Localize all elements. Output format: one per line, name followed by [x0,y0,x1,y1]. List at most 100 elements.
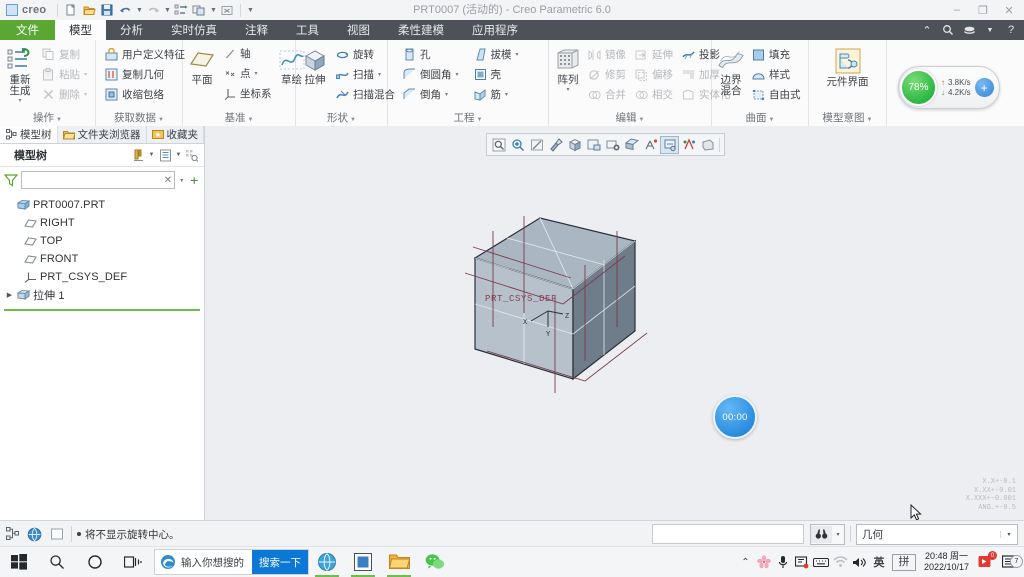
edge-search-box[interactable]: 输入你想搜的 搜索一下 [154,549,309,575]
find-caret-icon[interactable]: ▾ [832,531,844,538]
binoculars-icon[interactable] [811,525,832,543]
copy-button[interactable]: 复制 [38,45,90,64]
zoom-in-icon[interactable] [508,136,527,154]
open-file-icon[interactable] [81,2,97,18]
filter-input[interactable] [22,172,162,188]
copy-geometry-button[interactable]: 复制几何 [101,65,188,84]
group-title-editing[interactable]: 编辑 ▼ [554,111,706,126]
network-expand-button[interactable]: + [974,78,994,97]
regenerate-qat-icon[interactable] [173,2,189,18]
tree-columns-icon[interactable] [157,147,173,163]
notification-center-icon[interactable]: 7 [998,547,1023,577]
paste-caret-icon[interactable]: ▾ [84,71,87,78]
tree-item-part[interactable]: PRT0007.PRT [0,196,204,214]
filter-input-wrapper[interactable]: ✕ [21,171,175,189]
draft-caret-icon[interactable]: ▾ [516,51,519,58]
spin-center-icon[interactable] [660,135,679,154]
sakura-icon[interactable] [755,547,774,577]
group-title-operations[interactable]: 操作 ▼ [5,111,90,126]
undo-caret-icon[interactable]: ▼ [135,2,143,18]
style-button[interactable]: 样式 [748,65,804,84]
extend-button[interactable]: 延伸 [631,45,676,64]
graphics-viewport[interactable]: PRT_CSYS_DEF X Y Z 00:00 X.X+-0.1 X.XX+-… [205,126,1024,520]
tree-display-icon[interactable] [184,147,200,163]
customize-qat-caret-icon[interactable]: ▼ [246,2,254,18]
group-title-datum[interactable]: 基准 ▼ [188,111,290,126]
account-caret-icon[interactable]: ▼ [981,21,999,39]
pattern-button[interactable]: 阵列 ▾ [554,45,582,93]
nav-tab-model-tree[interactable]: 模型树 [0,126,58,143]
browser-app-icon[interactable] [309,547,345,577]
tab-live-simulation[interactable]: 实时仿真 [157,20,231,40]
filter-caret-icon[interactable]: ▾ [178,177,185,184]
tree-item-csys[interactable]: PRT_CSYS_DEF [0,268,204,286]
tab-file[interactable]: 文件 [0,20,55,40]
windows-start-icon[interactable] [0,547,38,577]
freestyle-button[interactable]: 自由式 [748,85,804,104]
close-button[interactable]: ✕ [996,1,1022,19]
round-button[interactable]: 倒圆角 ▾ [399,65,462,84]
delete-caret-icon[interactable]: ▾ [84,91,87,98]
edge-search-button[interactable]: 搜索一下 [252,550,308,574]
datum-axis-button[interactable]: 轴 [219,44,275,63]
sweep-caret-icon[interactable]: ▾ [378,71,381,78]
datum-csys-button[interactable]: 坐标系 [219,84,275,103]
tree-columns-caret-icon[interactable]: ▼ [174,147,183,163]
search-icon[interactable] [38,547,76,577]
screen-capture-icon[interactable] [793,547,812,577]
trim-button[interactable]: 修剪 [584,65,629,84]
appearance-icon[interactable] [679,136,698,154]
volume-icon[interactable] [850,547,869,577]
fullscreen-toggle-icon[interactable] [47,525,66,544]
group-title-model-intent[interactable]: 模型意图 ▼ [814,111,881,126]
extrude-button[interactable]: 拉伸 [301,45,329,86]
maximize-button[interactable]: ❐ [970,1,996,19]
shrinkwrap-button[interactable]: 收缩包络 [101,85,188,104]
boundary-blend-button[interactable]: 边界混合 [717,45,745,97]
datum-point-button[interactable]: 点 ▾ [219,64,275,83]
tab-annotate[interactable]: 注释 [231,20,282,40]
cube-model[interactable]: PRT_CSYS_DEF X Y Z [445,201,715,421]
merge-button[interactable]: 合并 [584,85,629,104]
new-file-icon[interactable] [63,2,79,18]
window-switch-caret-icon[interactable]: ▼ [209,2,217,18]
task-view-icon[interactable] [114,547,152,577]
network-speed-widget[interactable]: 78% ↑ 3.8K/s ↓ 4.2K/s + [898,66,1000,109]
datum-plane-button[interactable]: 平面 [188,45,216,86]
draft-button[interactable]: 拔模 ▾ [470,45,522,64]
tab-applications[interactable]: 应用程序 [458,20,532,40]
zoom-out-icon[interactable] [527,136,546,154]
delete-button[interactable]: 删除 ▾ [38,85,90,104]
repaint-icon[interactable] [546,136,565,154]
timer-bubble[interactable]: 00:00 [713,395,757,439]
redo-icon[interactable] [145,2,161,18]
regenerate-caret-icon[interactable]: ▾ [18,98,21,104]
collapse-ribbon-icon[interactable]: ⌃ [918,21,936,39]
find-control[interactable]: ▾ [810,523,845,545]
regenerate-button[interactable]: 重新生成 ▾ [5,45,35,104]
nav-tab-favorites[interactable]: 收藏夹 [147,126,204,143]
named-views-icon[interactable] [603,136,622,154]
taskbar-clock[interactable]: 20:48 周一 2022/10/17 [919,551,974,573]
tree-item-right[interactable]: RIGHT [0,214,204,232]
network-usage-ball[interactable]: 78% [900,69,937,106]
keyboard-icon[interactable] [812,547,831,577]
minimize-button[interactable]: – [944,1,970,19]
tree-expander[interactable]: ▶ [4,291,15,299]
tree-filters-icon[interactable] [130,147,146,163]
component-interface-button[interactable]: 元件界面 [817,45,879,88]
microphone-icon[interactable] [774,547,793,577]
undo-icon[interactable] [117,2,133,18]
tab-model[interactable]: 模型 [55,20,106,40]
cortana-icon[interactable] [76,547,114,577]
tab-tools[interactable]: 工具 [282,20,333,40]
view-manager-icon[interactable] [584,136,603,154]
help-icon[interactable]: ? [1002,21,1020,39]
selection-filter-caret-icon[interactable]: ▾ [1000,530,1017,538]
window-switch-icon[interactable] [191,2,207,18]
tree-item-front[interactable]: FRONT [0,250,204,268]
filter-clear-icon[interactable]: ✕ [162,175,174,186]
model-tree-toggle-icon[interactable] [3,525,22,544]
chamfer-caret-icon[interactable]: ▾ [445,91,448,98]
screen-recorder-tray-icon[interactable]: 0 [974,547,998,577]
